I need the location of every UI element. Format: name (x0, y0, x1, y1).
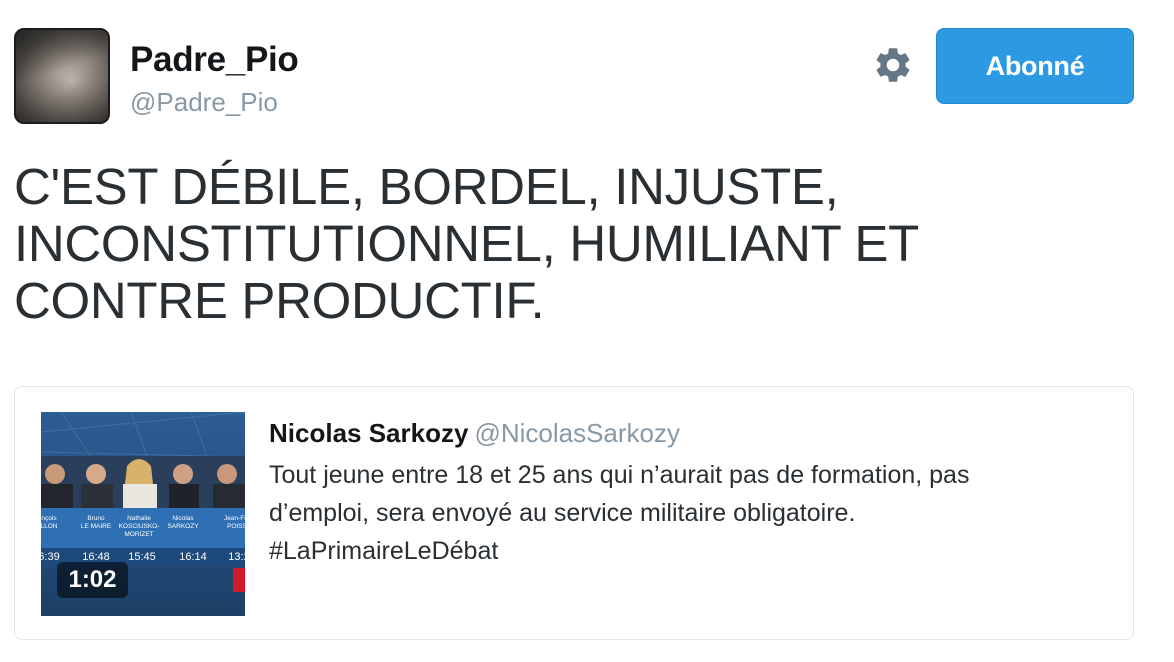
svg-text:Nicolas: Nicolas (172, 515, 194, 522)
quoted-display-name: Nicolas Sarkozy (269, 418, 469, 448)
svg-text:nçois: nçois (41, 515, 57, 522)
svg-text:POISS: POISS (227, 523, 245, 530)
tweet-line: CONTRE PRODUCTIF. (14, 272, 545, 329)
tweet-line: C'EST DÉBILE, BORDEL, INJUSTE, (14, 158, 839, 215)
svg-text:13:2: 13:2 (228, 551, 245, 563)
video-duration: 1:02 (57, 562, 128, 598)
svg-text:Bruno: Bruno (87, 515, 105, 522)
svg-text:Jean-Fre: Jean-Fre (224, 515, 245, 522)
tweet-text: C'EST DÉBILE, BORDEL, INJUSTE, INCONSTIT… (14, 158, 1114, 329)
quoted-line: d’emploi, sera envoyé au service militai… (269, 499, 856, 527)
quoted-author[interactable]: Nicolas Sarkozy @NicolasSarkozy (269, 418, 680, 449)
svg-text:SARKOZY: SARKOZY (167, 523, 199, 530)
svg-text:16:14: 16:14 (179, 551, 207, 563)
avatar[interactable] (14, 28, 110, 124)
hashtag-link[interactable]: #LaPrimaireLeDébat (269, 532, 1109, 570)
svg-text:KOSCIUSKO-: KOSCIUSKO- (119, 523, 160, 530)
svg-text:LE MAIRE: LE MAIRE (81, 523, 112, 530)
follow-button[interactable]: Abonné (936, 28, 1134, 104)
tweet-line: INCONSTITUTIONNEL, HUMILIANT ET (14, 215, 919, 272)
author-handle[interactable]: @Padre_Pio (130, 87, 278, 118)
svg-text:LLON: LLON (41, 523, 58, 530)
svg-text:15:45: 15:45 (128, 551, 156, 563)
gear-icon[interactable] (872, 44, 914, 86)
quoted-handle: @NicolasSarkozy (474, 418, 680, 448)
svg-text:Nathalie: Nathalie (127, 515, 151, 522)
video-thumbnail[interactable]: nçois LLON Bruno LE MAIRE Nathalie KOSCIUSK… (41, 412, 245, 616)
quoted-line: Tout jeune entre 18 et 25 ans qui n’aura… (269, 461, 970, 489)
author-display-name[interactable]: Padre_Pio (130, 40, 299, 80)
svg-text:6:39: 6:39 (41, 551, 60, 563)
quoted-tweet-text: Tout jeune entre 18 et 25 ans qui n’aura… (269, 456, 1109, 570)
svg-text:MORIZET: MORIZET (124, 531, 153, 538)
quoted-tweet-card[interactable]: nçois LLON Bruno LE MAIRE Nathalie KOSCIUSK… (14, 386, 1134, 640)
